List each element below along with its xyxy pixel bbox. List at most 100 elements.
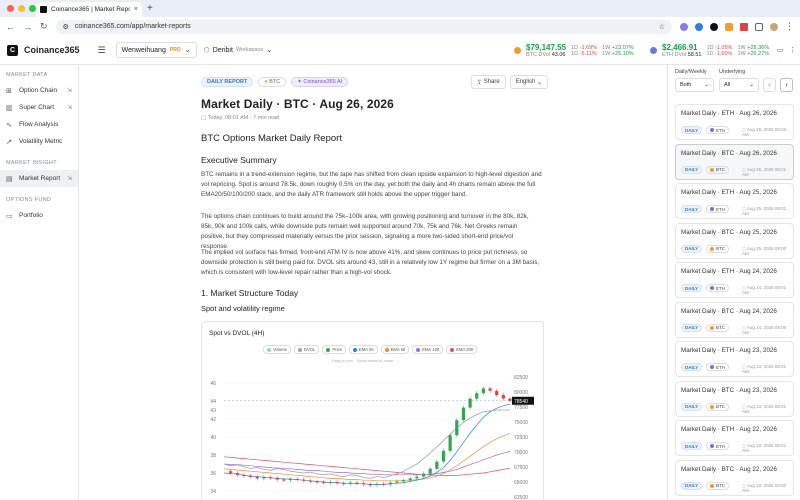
spot-vol-regime-heading: Spot and volatility regime [201, 304, 285, 313]
next-page-button[interactable]: › [780, 78, 793, 92]
coin-icon [710, 128, 714, 132]
candle-body [282, 479, 286, 481]
sidebar-section-options-fund: OPTIONS FUND [6, 197, 52, 203]
maximize-window-button[interactable] [29, 5, 36, 12]
prev-page-button[interactable]: ‹ [763, 78, 776, 92]
report-card-date: Aug 24, 2026 08:00 AM [742, 325, 793, 335]
sidebar-item-super-chart[interactable]: ▥ Super Chart ⇲ [0, 99, 78, 116]
brand-name[interactable]: Coinance365 [24, 45, 80, 55]
workspace-selector[interactable]: Wenweihuang PRO ⌄ [115, 42, 197, 58]
report-card[interactable]: Market Daily · ETH · Aug 23, 2026 DAILY ET… [675, 341, 794, 377]
close-tab-icon[interactable]: × [134, 6, 138, 13]
eth-ticker[interactable]: $2,466.91 ETH DVol 58.51 1D -1.05% 1D -1… [650, 43, 769, 58]
sidebar-item-volatility-metric[interactable]: ↗ Volatility Metric [0, 133, 78, 150]
layout-toggle-icon[interactable]: ▭ [777, 46, 784, 54]
candle-body [342, 483, 346, 485]
report-card-date: Aug 23, 2026 08:01 AM [742, 364, 793, 374]
report-card-coin: ETH [706, 442, 729, 450]
report-card[interactable]: Market Daily · BTC · Aug 25, 2026 DAILY BT… [675, 222, 794, 259]
bookmark-star-icon[interactable]: ☆ [659, 23, 665, 31]
report-card-tag: DAILY [681, 442, 703, 450]
report-card[interactable]: Market Daily · BTC · Aug 22, 2026 DAILY BT… [675, 459, 794, 496]
coin-icon [710, 325, 714, 330]
sidebar-item-portfolio[interactable]: ▭ Portfolio [0, 207, 78, 224]
coin-icon [710, 167, 714, 172]
share-button[interactable]: ⇪ Share [471, 75, 506, 89]
close-window-button[interactable] [7, 5, 14, 12]
report-card[interactable]: Market Daily · BTC · Aug 23, 2026 DAILY BT… [675, 380, 794, 417]
extension-icon[interactable] [725, 22, 733, 31]
y-left-tick-label: 34 [210, 489, 216, 495]
sidebar-item-flow-analysis[interactable]: ∿ Flow Analysis [0, 116, 78, 133]
exchange-selector[interactable]: ⬡ Deribit Workspace ⌄ [204, 46, 273, 55]
sidebar-item-option-chain[interactable]: ⊞ Option Chain ⇲ [0, 82, 78, 99]
bar-chart-icon: ▥ [6, 104, 13, 112]
address-row: ← → ↻ ⚙ coinance365.com/app/market-repor… [0, 17, 800, 36]
pin-icon[interactable]: ⇲ [67, 87, 72, 94]
brand-logo-icon[interactable]: C [7, 44, 18, 56]
chart-canvas[interactable]: 46 44 43 42 40 38 36 34 82500 80000 7854077500 7500… [202, 322, 545, 500]
executive-summary-heading: Executive Summary [201, 155, 277, 165]
reload-icon[interactable]: ↻ [40, 21, 48, 32]
report-card-coin: ETH [706, 205, 729, 213]
y-right-tick-label: 82500 [514, 375, 528, 381]
eth-dvol-1w-change: +26.27% [747, 50, 770, 57]
candle-body [328, 482, 333, 483]
report-card-title: Market Daily · ETH · Aug 23, 2026 [681, 347, 777, 354]
candle-body [302, 479, 306, 481]
underlying-select[interactable]: All ⌄ [719, 78, 759, 92]
trend-icon: ↗ [6, 138, 12, 146]
report-card[interactable]: Market Daily · ETH · Aug 25, 2026 DAILY ET… [675, 183, 794, 219]
browser-chrome: Coinance365 | Market Report × + ← → ↻ ⚙ … [0, 0, 800, 36]
minimize-window-button[interactable] [18, 5, 25, 12]
report-card-coin-label: ETH [716, 127, 725, 133]
browser-tab[interactable]: Coinance365 | Market Report × [36, 2, 142, 17]
url-text[interactable]: coinance365.com/app/market-reports [75, 23, 653, 30]
address-bar[interactable]: ⚙ coinance365.com/app/market-reports ☆ [55, 19, 672, 34]
report-card-coin: BTC [706, 323, 729, 332]
back-icon[interactable]: ← [6, 22, 15, 32]
report-card-coin-label: BTC [716, 246, 725, 251]
report-card[interactable]: Market Daily · BTC · Aug 24, 2026 DAILY BT… [675, 301, 794, 338]
candle-body [235, 473, 239, 475]
site-info-icon[interactable]: ⚙ [63, 23, 69, 31]
pro-badge: PRO [169, 47, 181, 53]
extension-icon[interactable] [710, 22, 718, 31]
report-card[interactable]: Market Daily · BTC · Aug 26, 2026 DAILY BT… [675, 143, 794, 180]
report-card-tag: DAILY [681, 165, 703, 174]
btc-ticker[interactable]: $79,147.55 BTC DVol 43.06 1D -1.69% 1D -… [514, 43, 634, 58]
spot-dvol-chart[interactable]: Spot vs DVOL (4H) Volume DVOL Price EMA 20 E… [201, 321, 544, 500]
language-select[interactable]: English ⌄ [509, 75, 549, 89]
report-card-title: Market Daily · BTC · Aug 25, 2026 [681, 228, 777, 236]
forward-icon[interactable]: → [23, 22, 32, 32]
extensions-puzzle-icon[interactable] [755, 22, 763, 31]
extension-icon[interactable] [740, 22, 748, 31]
chevron-left-icon: ‹ [768, 81, 771, 89]
pin-icon[interactable]: ⇲ [67, 104, 72, 111]
exchange-name: Deribit [212, 46, 233, 54]
candle-body [435, 461, 439, 469]
report-card[interactable]: Market Daily · ETH · Aug 22, 2026 DAILY ET… [675, 420, 794, 456]
browser-menu-icon[interactable]: ⋮ [785, 21, 794, 32]
new-tab-button[interactable]: + [147, 3, 153, 14]
sidebar-item-market-report[interactable]: ▤ Market Report ⇲ [0, 170, 78, 187]
more-menu-icon[interactable]: ⋮ [789, 46, 796, 54]
tab-bar: Coinance365 | Market Report × + [0, 0, 800, 17]
candle-body [455, 420, 459, 436]
extension-icon[interactable] [695, 22, 703, 31]
candle-body [395, 481, 399, 483]
candle-body [229, 471, 233, 473]
extension-icon[interactable] [680, 22, 688, 31]
period-select[interactable]: Both ⌄ [675, 78, 714, 92]
profile-avatar[interactable] [770, 22, 778, 31]
candle-body [308, 480, 313, 482]
report-card[interactable]: Market Daily · ETH · Aug 26, 2026 DAILY ET… [675, 104, 794, 140]
candle-body [315, 481, 319, 483]
pin-icon[interactable]: ⇲ [67, 175, 72, 182]
sidebar: MARKET DATA ⊞ Option Chain ⇲ ▥ Super Cha… [0, 65, 79, 500]
candle-body [268, 477, 273, 479]
menu-toggle-icon[interactable]: ☰ [98, 45, 106, 56]
report-card-coin-label: ETH [716, 443, 725, 449]
report-card[interactable]: Market Daily · ETH · Aug 24, 2026 DAILY ET… [675, 262, 794, 298]
daily-report-badge: DAILY REPORT [201, 77, 254, 87]
